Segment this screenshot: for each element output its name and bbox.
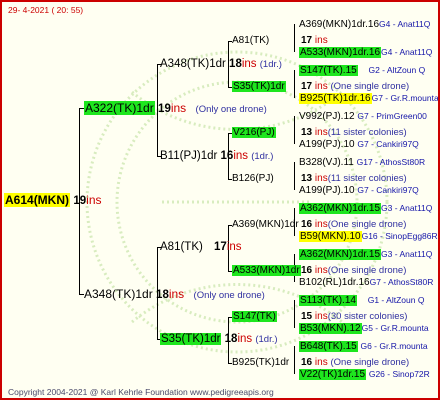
g3-c1[interactable]: A369(MKN)1dr (232, 219, 299, 231)
g3-d2[interactable]: B925(TK)1dr (232, 357, 289, 369)
g4-item[interactable]: B102(RL)1dr.16G7 - AthosSt80R (299, 276, 433, 289)
root-queen[interactable]: A614(MKN) 19ins (4, 193, 102, 208)
g4-item[interactable]: S113(TK).14 G1 - AltZoun Q (299, 294, 424, 307)
connector (294, 116, 295, 144)
g4-item[interactable]: B925(TK)1dr.16G7 - Gr.R.mounta (299, 92, 438, 105)
pedigree-frame: 29- 4-2021 ( 20: 55) A614(MKN) 19ins A32… (0, 0, 440, 400)
g1-top[interactable]: A322(TK)1dr 19ins (Only one drone) (84, 101, 267, 117)
g4-item[interactable]: A199(PJ).10 G7 - Cankiri97Q (299, 184, 419, 197)
g1-bot-id[interactable]: A348(TK)1dr (84, 287, 153, 301)
copyright[interactable]: Copyright 2004-2021 @ Karl Kehrle Founda… (8, 386, 274, 398)
g4-item[interactable]: B648(TK).15 G6 - Gr.R.mounta (299, 340, 428, 353)
g4-item[interactable]: B59(MKN).10G16 - SinopEgg86R (299, 230, 438, 243)
connector (294, 24, 295, 52)
connector (294, 70, 295, 98)
g2-b[interactable]: B11(PJ)1dr 16ins (1dr.) (160, 149, 273, 164)
g3-a1[interactable]: A81(TK) (232, 35, 269, 47)
g1-bot[interactable]: A348(TK)1dr 18ins (Only one drone) (84, 287, 265, 303)
g4-item[interactable]: V22(TK)1dr.15 G26 - Sinop72R (299, 368, 430, 381)
timestamp: 29- 4-2021 ( 20: 55) (8, 5, 84, 15)
g3-b2[interactable]: B126(PJ) (232, 173, 274, 185)
g3-b1[interactable]: V216(PJ) (232, 127, 276, 139)
g3-c2[interactable]: A533(MKN)1dr (232, 265, 301, 277)
g4-item[interactable]: A362(MKN)1dr.15G3 - Anat11Q (299, 248, 432, 261)
connector (294, 300, 295, 328)
g4-item[interactable]: A199(PJ).10 G7 - Cankiri97Q (299, 138, 419, 151)
g2-c[interactable]: A81(TK) 17ins (160, 240, 242, 254)
g2-d[interactable]: S35(TK)1dr 18ins (1dr.) (160, 332, 278, 347)
g4-item[interactable]: B328(VJ).11 G17 - AthosSt80R (299, 156, 425, 169)
g4-item[interactable]: A369(MKN)1dr.16G4 - Anat11Q (299, 18, 430, 31)
g3-a2[interactable]: S35(TK)1dr (232, 81, 286, 93)
connector (294, 162, 295, 190)
g4-item[interactable]: A533(MKN)1dr.16G4 - Anat11Q (299, 46, 432, 59)
g3-d1[interactable]: S147(TK) (232, 311, 277, 323)
connector (294, 346, 295, 374)
g4-item[interactable]: V992(PJ).12 G7 - PrimGreen00 (299, 110, 427, 123)
g4-item[interactable]: A362(MKN)1dr.15G3 - Anat11Q (299, 202, 432, 215)
g4-item[interactable]: S147(TK).15 G2 - AltZoun Q (299, 64, 425, 77)
g4-item[interactable]: B53(MKN).12G5 - Gr.R.mounta (299, 322, 429, 335)
g1-top-id[interactable]: A322(TK)1dr (84, 101, 155, 115)
g2-a[interactable]: A348(TK)1dr 18ins (1dr.) (160, 57, 282, 72)
root-num: 19 (73, 195, 87, 207)
root-id[interactable]: A614(MKN) (4, 193, 71, 207)
